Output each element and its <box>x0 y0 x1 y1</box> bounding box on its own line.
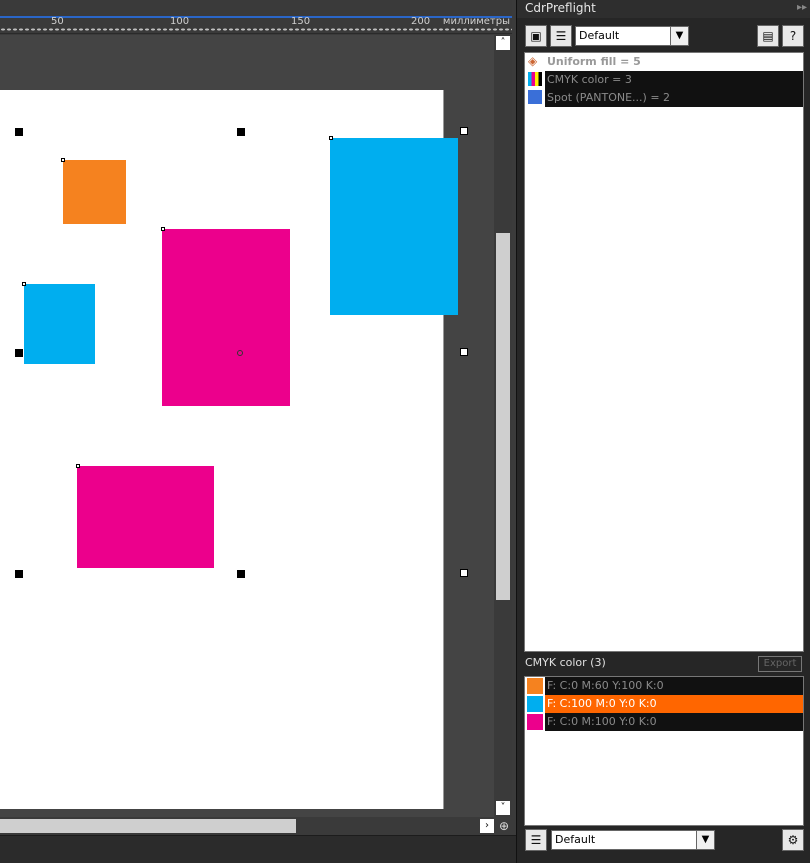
cyan-large-rectangle[interactable] <box>330 138 458 315</box>
profile-dropdown[interactable]: Default ▼ <box>575 26 689 46</box>
fill-bucket-icon: ◈ <box>528 54 538 68</box>
bottom-settings-button[interactable]: ⚙ <box>782 829 804 851</box>
shape-node[interactable] <box>329 136 333 140</box>
scroll-right-button[interactable]: › <box>480 819 494 833</box>
cyan-small-rectangle[interactable] <box>24 284 95 364</box>
ruler-accent-line <box>0 16 512 18</box>
swatch-row-orange[interactable]: F: C:0 M:60 Y:100 K:0 <box>525 677 803 695</box>
preflight-tree-list[interactable]: ◈ Uniform fill = 5 CMYK color = 3 Spot (… <box>524 52 804 652</box>
selection-handle[interactable] <box>15 128 23 136</box>
orange-rectangle[interactable] <box>63 160 126 224</box>
zoom-icon[interactable]: ⊕ <box>496 818 512 834</box>
chevron-down-icon: ▼ <box>696 831 714 849</box>
magenta-tall-rectangle[interactable] <box>162 229 290 406</box>
selection-handle[interactable] <box>15 349 23 357</box>
ruler-label-100: 100 <box>170 16 190 27</box>
swatch-row-cyan[interactable]: F: C:100 M:0 Y:0 K:0 <box>525 695 803 713</box>
cmyk-icon <box>528 72 542 86</box>
swatch-row-magenta[interactable]: F: C:0 M:100 Y:0 K:0 <box>525 713 803 731</box>
bottom-checklist-button[interactable]: ☰ <box>525 829 547 851</box>
vertical-scroll-thumb[interactable] <box>496 233 510 600</box>
ruler-ticks <box>0 28 512 31</box>
selection-handle[interactable] <box>460 127 468 135</box>
tree-item-uniform-fill[interactable]: ◈ Uniform fill = 5 <box>525 53 803 71</box>
status-bar <box>0 835 516 863</box>
magenta-wide-rectangle[interactable] <box>77 466 214 568</box>
selection-handle[interactable] <box>15 570 23 578</box>
horizontal-ruler[interactable]: 50 100 150 200 миллиметры <box>0 0 512 34</box>
tree-item-label: Uniform fill = 5 <box>547 55 641 68</box>
tree-item-label: Spot (PANTONE...) = 2 <box>545 89 803 107</box>
details-title: CMYK color (3) <box>525 656 606 669</box>
selection-handle[interactable] <box>237 128 245 136</box>
swatch-color-chip <box>527 696 543 712</box>
shape-node[interactable] <box>161 227 165 231</box>
vertical-scrollbar[interactable]: ˄ ˅ <box>494 35 512 817</box>
export-button[interactable]: Export <box>758 656 802 672</box>
bottom-profile-dropdown-value: Default <box>555 833 596 846</box>
checklist-icon: ☰ <box>530 833 542 847</box>
tree-item-label: CMYK color = 3 <box>545 71 803 89</box>
tree-item-cmyk-color[interactable]: CMYK color = 3 <box>525 71 803 89</box>
swatch-label: F: C:100 M:0 Y:0 K:0 <box>545 695 803 713</box>
help-button[interactable]: ? <box>782 25 804 47</box>
profile-dropdown-value: Default <box>579 29 620 42</box>
swatch-label: F: C:0 M:100 Y:0 K:0 <box>545 713 803 731</box>
checklist-button[interactable]: ☰ <box>550 25 572 47</box>
ruler-label-150: 150 <box>291 16 311 27</box>
ruler-unit-label: миллиметры <box>442 16 510 27</box>
tree-item-spot-color[interactable]: Spot (PANTONE...) = 2 <box>525 89 803 107</box>
swatch-color-chip <box>527 678 543 694</box>
selection-center-mark[interactable] <box>237 350 243 356</box>
horizontal-scroll-thumb[interactable] <box>0 819 296 833</box>
app-window: 50 100 150 200 миллиметры ˄ ˅ › ⊕ CdrPre… <box>0 0 810 863</box>
scroll-up-button[interactable]: ˄ <box>496 36 510 50</box>
docker-title-bar: CdrPreflight ▸▸ <box>517 0 810 18</box>
bottom-profile-dropdown[interactable]: Default ▼ <box>551 830 715 850</box>
selection-handle[interactable] <box>460 569 468 577</box>
drawing-page[interactable] <box>0 90 458 809</box>
scroll-down-button[interactable]: ˅ <box>496 801 510 815</box>
chevron-down-icon: ▼ <box>670 27 688 45</box>
swatch-color-chip <box>527 714 543 730</box>
checklist-icon: ☰ <box>555 29 567 43</box>
horizontal-scrollbar[interactable]: › <box>0 817 494 835</box>
scan-button[interactable]: ▣ <box>525 25 547 47</box>
shape-node[interactable] <box>76 464 80 468</box>
swatch-label: F: C:0 M:60 Y:100 K:0 <box>545 677 803 695</box>
docker-expand-icon[interactable]: ▸▸ <box>797 0 807 16</box>
color-details-list[interactable]: F: C:0 M:60 Y:100 K:0 F: C:100 M:0 Y:0 K… <box>524 676 804 826</box>
docker-title: CdrPreflight <box>525 1 596 15</box>
selection-handle[interactable] <box>460 348 468 356</box>
spot-color-icon <box>528 90 542 104</box>
settings-icon: ⚙ <box>787 833 799 847</box>
cdrpreflight-docker: CdrPreflight ▸▸ ▣ ☰ Default ▼ ▤ ? ◈ Unif… <box>516 0 810 863</box>
shape-node[interactable] <box>22 282 26 286</box>
report-icon: ▤ <box>762 29 774 43</box>
shape-node[interactable] <box>61 158 65 162</box>
selection-handle[interactable] <box>237 570 245 578</box>
drawing-canvas[interactable] <box>0 35 494 817</box>
ruler-label-50: 50 <box>51 16 64 27</box>
ruler-label-200: 200 <box>411 16 431 27</box>
scan-icon: ▣ <box>530 29 542 43</box>
report-button[interactable]: ▤ <box>757 25 779 47</box>
help-icon: ? <box>789 29 797 43</box>
